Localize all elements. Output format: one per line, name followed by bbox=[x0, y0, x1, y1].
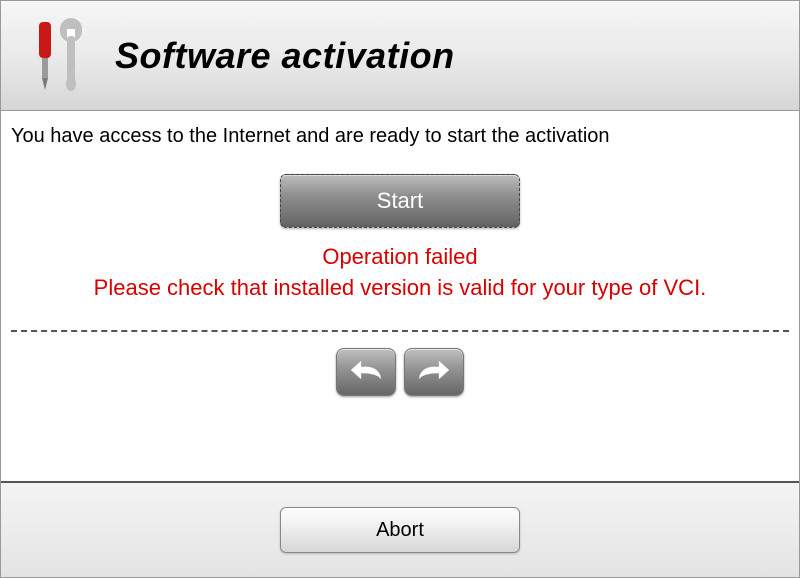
footer: Abort bbox=[1, 481, 799, 577]
start-row: Start bbox=[11, 174, 789, 228]
forward-button[interactable] bbox=[404, 348, 464, 396]
error-line-2: Please check that installed version is v… bbox=[11, 273, 789, 304]
start-button[interactable]: Start bbox=[280, 174, 520, 228]
titlebar: Software activation bbox=[1, 1, 799, 111]
activation-window: Software activation You have access to t… bbox=[0, 0, 800, 578]
intro-text: You have access to the Internet and are … bbox=[11, 125, 789, 148]
error-message: Operation failed Please check that insta… bbox=[11, 242, 789, 304]
arrow-left-icon bbox=[349, 359, 383, 384]
arrow-right-icon bbox=[417, 359, 451, 384]
tools-icon bbox=[21, 16, 91, 96]
back-button[interactable] bbox=[336, 348, 396, 396]
abort-button[interactable]: Abort bbox=[280, 507, 520, 553]
divider bbox=[11, 330, 789, 332]
nav-row bbox=[11, 342, 789, 410]
page-title: Software activation bbox=[115, 35, 455, 77]
error-line-1: Operation failed bbox=[11, 242, 789, 273]
content-area: You have access to the Internet and are … bbox=[1, 111, 799, 481]
